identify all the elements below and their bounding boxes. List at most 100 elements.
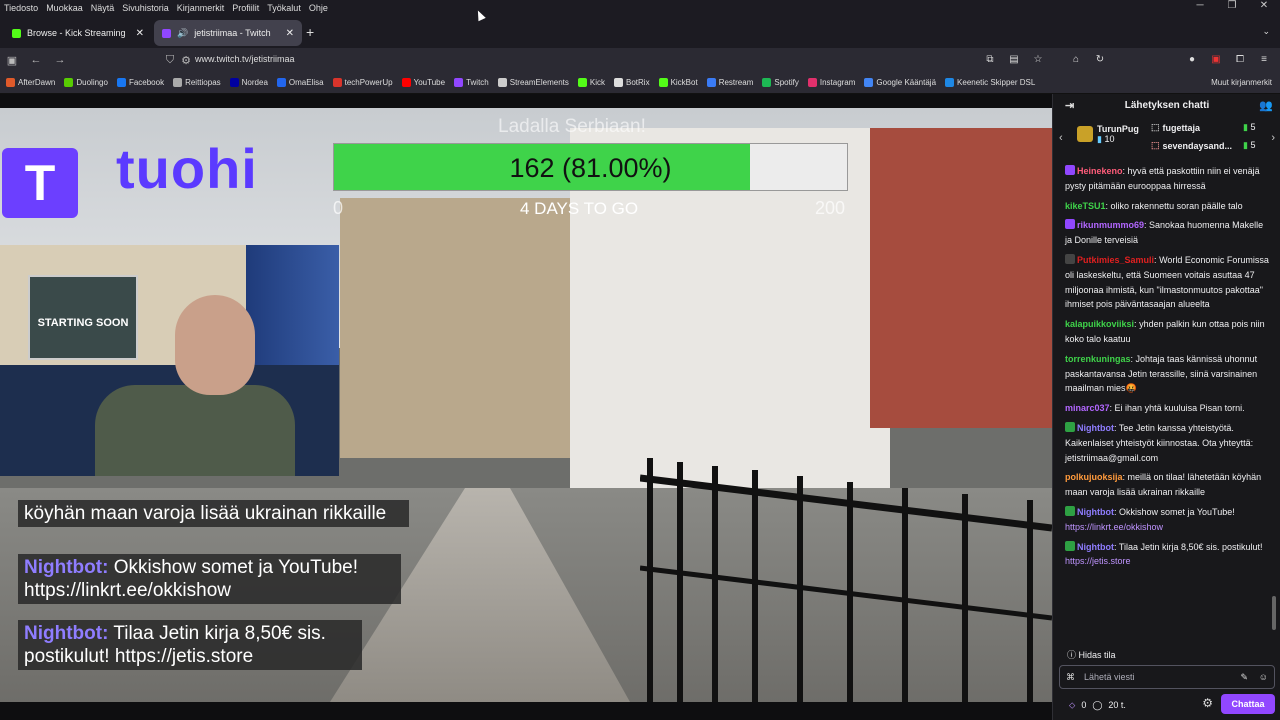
- chat-commands-icon[interactable]: ⌘: [1066, 666, 1075, 688]
- video-player[interactable]: T tuohi Ladalla Serbiaan! 162 (81.00%) 0…: [0, 108, 1052, 702]
- goal-value: 162 (81.00%): [509, 153, 672, 183]
- menu-item[interactable]: Tiedosto: [4, 3, 38, 13]
- collapse-chat-icon[interactable]: ⇥: [1065, 94, 1074, 118]
- close-icon[interactable]: ✕: [1248, 0, 1280, 11]
- account-icon[interactable]: ●: [1184, 51, 1200, 69]
- badge-icon[interactable]: [1065, 505, 1075, 516]
- badge-icon[interactable]: [1065, 165, 1075, 175]
- picture-in-picture-icon[interactable]: ⧉: [982, 51, 998, 69]
- chat-username[interactable]: Nightbot: [1077, 542, 1114, 552]
- chat-username[interactable]: minarc037: [1065, 403, 1110, 413]
- reader-icon[interactable]: ▤: [1006, 51, 1022, 69]
- chat-settings-icon[interactable]: ⚙: [1202, 696, 1213, 710]
- badge-icon[interactable]: [1065, 421, 1075, 432]
- bookmark-item[interactable]: OmaElisa: [276, 78, 324, 87]
- chat-username[interactable]: Nightbot: [1077, 507, 1114, 517]
- chat-link[interactable]: https://linkrt.ee/okkishow: [1065, 522, 1163, 532]
- bookmark-item[interactable]: Nordea: [229, 78, 268, 87]
- sidebar-icon[interactable]: ▣: [0, 54, 24, 67]
- timer-value: 20 t.: [1108, 700, 1126, 710]
- community-icon[interactable]: 👥: [1259, 94, 1273, 118]
- overlay-chat-user: Nightbot:: [24, 557, 109, 578]
- chevron-left-icon[interactable]: ‹: [1059, 132, 1063, 144]
- list-tabs-icon[interactable]: ⌄: [1262, 26, 1270, 37]
- bookmark-item[interactable]: BotRix: [614, 78, 650, 87]
- restore-icon[interactable]: ❐: [1216, 0, 1248, 11]
- chevron-right-icon[interactable]: ›: [1271, 132, 1275, 144]
- menu-item[interactable]: Profiilit: [232, 3, 259, 13]
- bookmark-label: Nordea: [241, 78, 268, 87]
- logo-box: T: [2, 148, 78, 218]
- chat-input[interactable]: ⌘ Lähetä viesti ✎ ☺: [1059, 665, 1275, 689]
- new-tab-button[interactable]: +: [306, 24, 314, 40]
- emote-icon[interactable]: ☺: [1259, 666, 1268, 688]
- chat-username[interactable]: kalapuikkoviiksi: [1065, 319, 1134, 329]
- gifter-name[interactable]: fugettaja: [1163, 123, 1201, 133]
- chat-link[interactable]: https://jetis.store: [1065, 556, 1131, 566]
- badge-icon[interactable]: [1065, 219, 1075, 230]
- close-tab-icon[interactable]: ✕: [136, 28, 144, 39]
- magic-icon[interactable]: ✎: [1240, 666, 1248, 688]
- bookmark-item[interactable]: Facebook: [116, 78, 164, 87]
- bookmark-icon: [229, 78, 239, 87]
- fence: [640, 458, 1052, 702]
- send-chat-button[interactable]: Chattaa: [1221, 694, 1275, 714]
- bookmark-item[interactable]: Keenetic Skipper DSL: [945, 78, 1035, 87]
- extensions-icon[interactable]: ⧠: [1232, 51, 1248, 69]
- menu-item[interactable]: Näytä: [91, 3, 115, 13]
- bookmark-star-icon[interactable]: ☆: [1030, 51, 1046, 69]
- bookmark-item[interactable]: AfterDawn: [6, 78, 55, 87]
- badge-icon[interactable]: [1065, 540, 1075, 551]
- gifter-name[interactable]: sevendaysand...: [1163, 141, 1233, 151]
- home-icon[interactable]: ⌂: [1068, 51, 1084, 69]
- bookmark-item[interactable]: Twitch: [454, 78, 489, 87]
- chat-input-placeholder: Lähetä viesti: [1084, 672, 1135, 682]
- bookmark-item[interactable]: StreamElements: [497, 78, 569, 87]
- bookmark-item[interactable]: Instagram: [807, 78, 855, 87]
- forward-button[interactable]: →: [48, 54, 72, 66]
- bookmark-item[interactable]: Duolingo: [64, 78, 108, 87]
- bookmark-item[interactable]: Google Kääntäjä: [864, 78, 936, 87]
- menu-item[interactable]: Sivuhistoria: [122, 3, 169, 13]
- tab-title: jetistriimaa - Twitch: [194, 28, 271, 38]
- speaker-icon[interactable]: 🔊: [177, 28, 188, 39]
- chat-username[interactable]: rikunmummo69: [1077, 220, 1144, 230]
- bookmark-item[interactable]: YouTube: [401, 78, 445, 87]
- chat-scrollbar[interactable]: [1272, 596, 1276, 630]
- bookmark-item[interactable]: Restream: [706, 78, 753, 87]
- bookmark-item[interactable]: KickBot: [658, 78, 698, 87]
- channel-points-icon[interactable]: ⬦: [1069, 700, 1075, 711]
- menu-item[interactable]: Työkalut: [267, 3, 301, 13]
- menu-item[interactable]: Muokkaa: [46, 3, 83, 13]
- chat-message: torrenkuningas: Johtaja taas kännissä uh…: [1065, 352, 1269, 396]
- bookmark-icon: [658, 78, 668, 87]
- url-bar[interactable]: www.twitch.tv/jetistriimaa: [195, 54, 295, 64]
- bookmark-label: techPowerUp: [344, 78, 393, 87]
- tab-twitch[interactable]: 🔊 jetistriimaa - Twitch ✕: [154, 20, 302, 46]
- top-gifter-name[interactable]: TurunPug: [1097, 124, 1139, 134]
- bookmark-item[interactable]: Reittiopas: [173, 78, 221, 87]
- reload-icon[interactable]: ↻: [1092, 51, 1108, 69]
- back-button[interactable]: ←: [24, 54, 48, 66]
- chat-username[interactable]: polkujuoksija: [1065, 472, 1123, 482]
- slow-mode-label: Hidas tila: [1078, 650, 1116, 660]
- other-bookmarks[interactable]: Muut kirjanmerkit: [1211, 78, 1272, 87]
- badge-icon[interactable]: [1065, 253, 1075, 264]
- chat-text: Ei ihan yhtä kuuluisa Pisan torni.: [1114, 403, 1245, 414]
- bookmark-item[interactable]: techPowerUp: [332, 78, 393, 87]
- close-tab-icon[interactable]: ✕: [286, 28, 294, 39]
- chat-username[interactable]: Putkimies_Samuli: [1077, 255, 1154, 265]
- bookmark-item[interactable]: Spotify: [762, 78, 799, 87]
- menu-item[interactable]: Kirjanmerkit: [177, 3, 225, 13]
- minimize-icon[interactable]: ─: [1184, 0, 1216, 11]
- chat-username[interactable]: Nightbot: [1077, 423, 1114, 433]
- tab-kick[interactable]: Browse - Kick Streaming ✕: [4, 20, 152, 46]
- twitch-icon: [162, 28, 171, 38]
- chat-username[interactable]: Heinekeno: [1077, 166, 1123, 176]
- menu-icon[interactable]: ≡: [1256, 51, 1272, 69]
- chat-username[interactable]: kikeTSU1: [1065, 201, 1106, 211]
- menu-item[interactable]: Ohje: [309, 3, 328, 13]
- extension-badge-icon[interactable]: ▣: [1208, 51, 1224, 69]
- chat-username[interactable]: torrenkuningas: [1065, 354, 1131, 364]
- bookmark-item[interactable]: Kick: [577, 78, 605, 87]
